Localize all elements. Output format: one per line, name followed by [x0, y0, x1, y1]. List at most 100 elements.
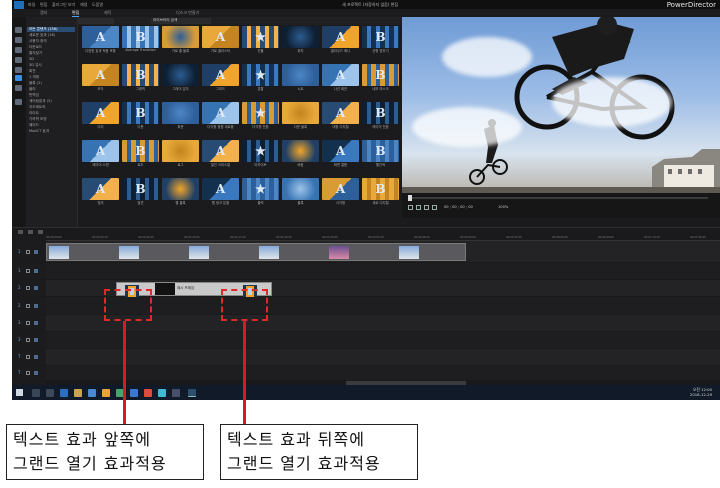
zoom-select[interactable]: 100% [498, 205, 508, 209]
transition-tile[interactable]: A 다양한 효과 적용 포함 [82, 26, 119, 53]
transition-tile[interactable]: 웹 블록 [162, 178, 199, 205]
category-item[interactable]: 페이드 [29, 123, 77, 128]
category-item[interactable]: 다운로드 [29, 45, 77, 50]
subtitle-room-icon[interactable] [15, 99, 22, 105]
transition-tile[interactable]: 블록 [282, 178, 319, 205]
category-item[interactable]: 사용자 정의 [29, 39, 77, 44]
video-clip-thumbnail[interactable] [119, 246, 139, 259]
transition-tile[interactable]: 바람 [282, 140, 319, 167]
transition-tile[interactable]: ★ 건물 [242, 26, 279, 53]
category-item[interactable]: 기하학 모양 [29, 117, 77, 122]
file-explorer-icon[interactable] [74, 389, 82, 397]
category-item[interactable]: 블러 [29, 87, 77, 92]
transition-tile[interactable]: A 그리드 [202, 64, 239, 91]
track-lock-icon[interactable] [34, 249, 38, 254]
track-lock-icon[interactable] [34, 321, 38, 325]
video-clip-thumbnail[interactable] [399, 246, 419, 259]
track-lock-icon[interactable] [34, 286, 38, 290]
timeline-view-icon[interactable] [18, 230, 23, 234]
play-icon[interactable] [408, 205, 413, 210]
transition-tile[interactable]: B 그래픽 [122, 64, 159, 91]
preview-timeline-slider[interactable] [408, 195, 708, 201]
app-icon-1[interactable] [102, 389, 110, 397]
menu-help[interactable]: 도움말 [92, 2, 103, 8]
transition-tile[interactable]: ★ 다각형 전환 [242, 102, 279, 129]
stop-icon[interactable] [416, 205, 421, 210]
transition-tile[interactable]: A 나선 회전 [322, 64, 359, 91]
track-enable-checkbox[interactable] [26, 371, 30, 375]
category-item[interactable]: 1 개체 [29, 75, 77, 80]
transition-tile[interactable]: 가로 줄 블록 [162, 26, 199, 53]
tab-produce[interactable]: 제작 [104, 10, 111, 16]
transition-tile[interactable]: 파문 [162, 102, 199, 129]
transition-tile[interactable]: A 사각형 [322, 178, 359, 205]
video-clip-thumbnail[interactable] [259, 246, 279, 259]
menu-play[interactable]: 재생 [80, 2, 87, 8]
transition-tile[interactable]: A 화면 결합 [322, 140, 359, 167]
track-manager-icon[interactable] [38, 230, 43, 234]
app-icon-3[interactable] [130, 389, 138, 397]
menu-file[interactable]: 파일 [28, 2, 35, 8]
transition-tile[interactable]: A 조각 [82, 64, 119, 91]
transition-tile[interactable]: B 세로 디지털 [362, 178, 399, 205]
transition-tile[interactable]: B 네모 마스크 [362, 64, 399, 91]
transition-tile[interactable]: A웹 링크 분할 [202, 178, 239, 205]
title-room-icon[interactable] [15, 67, 22, 73]
transition-tile[interactable]: A 다리 [82, 102, 119, 129]
track-enable-checkbox[interactable] [26, 355, 30, 359]
transition-tile[interactable]: A 가로 클러스터 [202, 26, 239, 53]
track-enable-checkbox[interactable] [26, 303, 30, 308]
category-item[interactable]: 블록 (2) [29, 81, 77, 86]
app-icon-4[interactable] [144, 389, 152, 397]
track-lock-icon[interactable] [34, 355, 38, 359]
transition-tile[interactable]: B 빨간색 [362, 140, 399, 167]
category-item[interactable]: 3D [29, 57, 77, 61]
transition-tile[interactable]: A 대형 디지털 [322, 102, 359, 129]
task-view-icon[interactable] [46, 389, 54, 397]
store-icon[interactable] [88, 389, 96, 397]
video-clip-thumbnail[interactable] [49, 246, 69, 259]
category-item[interactable]: ModCT 효과 [29, 129, 77, 134]
category-item[interactable]: 즐겨찾기 [29, 51, 77, 56]
transition-tile[interactable]: B Average Transition [122, 26, 159, 53]
transition-tile[interactable]: 위치 [282, 26, 319, 53]
next-frame-icon[interactable] [432, 205, 437, 210]
transition-tile[interactable]: 그레이 입자 [162, 64, 199, 91]
category-item[interactable]: 새로운 효과 (18) [29, 33, 77, 38]
category-item[interactable]: 3D 유사 [29, 63, 77, 68]
app-icon-5[interactable] [158, 389, 166, 397]
transition-tile[interactable]: 다운 블록 [282, 102, 319, 129]
category-item[interactable]: 라이트 [29, 111, 77, 116]
transition-tile[interactable]: B 균형 맞추기 [362, 26, 399, 53]
transition-tile[interactable]: ★ 아카이브 [242, 140, 279, 167]
media-room-icon[interactable] [15, 27, 22, 33]
transition-tile[interactable]: 로그 [162, 140, 199, 167]
transition-room-icon[interactable] [15, 75, 22, 81]
transition-tile[interactable]: ★ 블럭 [242, 178, 279, 205]
tab-disc[interactable]: 디스크 만들기 [176, 10, 199, 16]
transition-tile[interactable]: 시트 [282, 64, 319, 91]
video-clip-strip[interactable] [46, 243, 466, 261]
category-item[interactable]: 회전 [29, 69, 77, 74]
app-icon-6[interactable] [172, 389, 180, 397]
track-enable-checkbox[interactable] [26, 249, 30, 254]
edge-browser-icon[interactable] [60, 389, 68, 397]
pip-room-icon[interactable] [15, 47, 22, 53]
library-search-input[interactable]: 라이브러리 검색 [151, 18, 211, 24]
track-lock-icon[interactable] [34, 338, 38, 342]
menu-plugin[interactable]: 플러그인 [52, 2, 67, 8]
transition-tile[interactable]: B 레이어 전환 [362, 102, 399, 129]
powerdirector-taskbar-icon[interactable] [188, 389, 196, 397]
transition-tile[interactable]: A 발진 크리스탈 [202, 140, 239, 167]
menu-edit[interactable]: 편집 [40, 2, 47, 8]
menu-view[interactable]: 보기 [68, 2, 75, 8]
category-item[interactable]: 지오메트릭 [29, 105, 77, 110]
track-enable-checkbox[interactable] [26, 269, 30, 273]
track-lock-icon[interactable] [34, 371, 38, 375]
transition-tile[interactable]: A 레이어 스캔 [82, 140, 119, 167]
particle-room-icon[interactable] [15, 57, 22, 63]
windows-start-icon[interactable] [16, 389, 23, 396]
tab-edit[interactable]: 편집 [72, 10, 80, 17]
transition-tile[interactable]: ★ 분할 [242, 64, 279, 91]
transition-tile[interactable]: A 빛의 [82, 178, 119, 205]
